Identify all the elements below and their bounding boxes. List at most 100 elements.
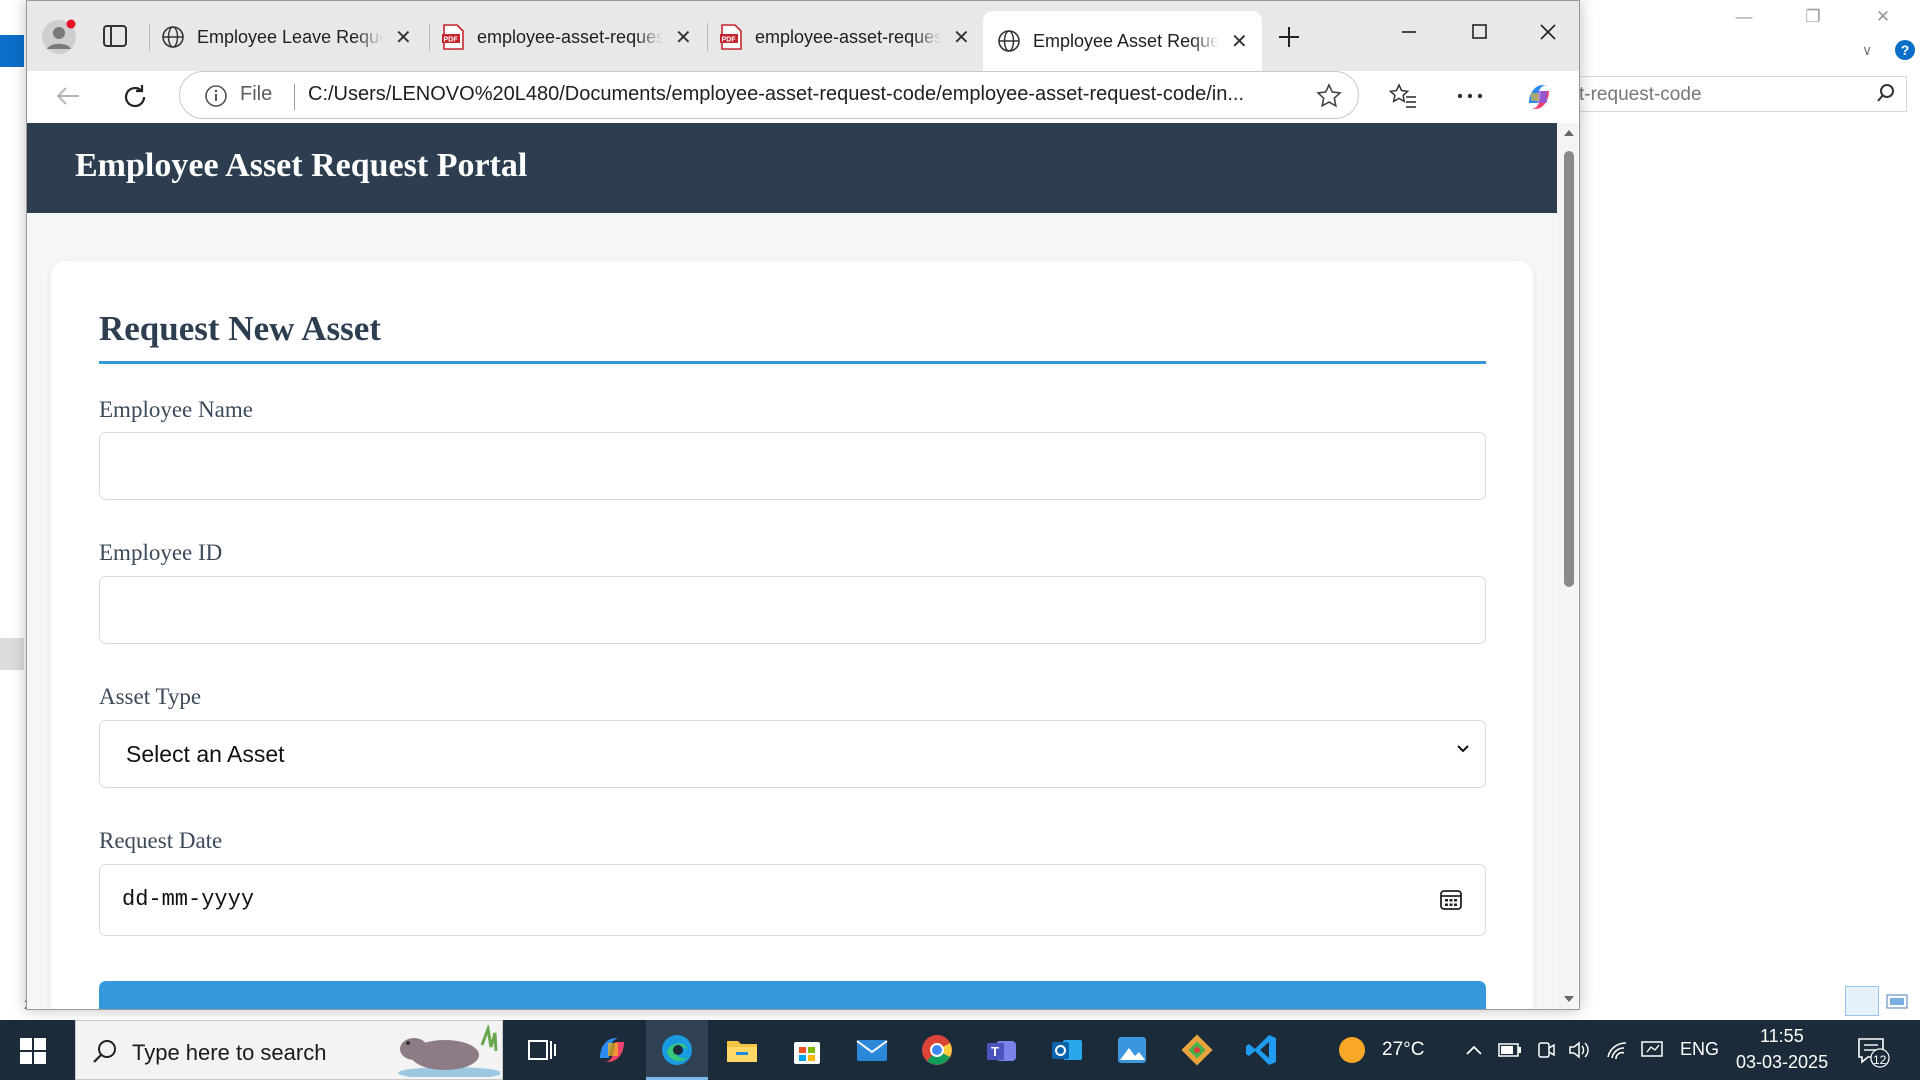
wifi-icon[interactable] [1606,1040,1628,1060]
info-icon[interactable] [204,84,228,108]
date-placeholder: dd-mm-yyyy [122,887,255,912]
pdf-icon: PDF [720,24,742,50]
display-icon[interactable] [1640,1040,1664,1060]
volume-icon[interactable] [1568,1040,1590,1060]
close-tab-icon[interactable]: ✕ [1231,29,1248,54]
search-icon [1877,84,1894,102]
asset-type-selected-value: Select an Asset [126,741,285,767]
close-window-icon[interactable] [1528,17,1568,47]
clock-date[interactable]: 03-03-2025 [1736,1052,1828,1073]
page-scrollbar[interactable] [1557,123,1579,1009]
hippo-illustration-icon [398,1025,500,1077]
request-date-input[interactable]: dd-mm-yyyy [99,864,1486,936]
minimize-icon[interactable] [1389,17,1429,47]
windows-taskbar: Type here to search T 27°C ENG 11:55 03-… [0,1020,1920,1080]
photos-icon[interactable] [1114,1032,1150,1068]
employee-id-input[interactable] [99,576,1486,644]
chevron-up-icon[interactable] [1465,1044,1483,1056]
svg-text:PDF: PDF [444,37,459,44]
tab-employee-asset-request-portal[interactable]: Employee Asset Request Portal ✕ [983,11,1262,71]
weather-temperature[interactable]: 27°C [1382,1039,1424,1061]
close-tab-icon[interactable]: ✕ [395,25,412,50]
file-explorer-icon[interactable] [724,1032,760,1068]
copilot-icon[interactable] [594,1032,630,1068]
address-url[interactable]: C:/Users/LENOVO%20L480/Documents/employe… [308,83,1288,106]
tab-employee-leave-request[interactable]: Employee Leave Request ✕ [161,11,412,63]
page-viewport: Employee Asset Request Portal Request Ne… [27,123,1557,1009]
site-header: Employee Asset Request Portal [27,123,1557,213]
meet-now-icon[interactable] [1536,1040,1556,1060]
tab-separator [149,23,150,51]
bg-nav-highlight [0,35,24,67]
address-separator [294,84,295,110]
close-tab-icon[interactable]: ✕ [675,25,692,50]
heading-underline [99,361,1486,364]
tab-employee-asset-request-pdf-1[interactable]: PDF employee-asset-request-code ✕ [441,11,692,63]
browser-toolbar: File C:/Users/LENOVO%20L480/Documents/em… [27,71,1579,123]
form-heading: Request New Asset [99,309,381,348]
tab-separator [707,23,708,51]
bg-search-box[interactable]: t-request-code [1570,76,1907,112]
search-icon [93,1040,116,1063]
submit-request-button[interactable] [99,981,1486,1009]
tab-strip: Employee Leave Request ✕ PDF employee-as… [27,1,1579,71]
employee-name-input[interactable] [99,432,1486,500]
svg-text:PDF: PDF [722,37,737,44]
scroll-up-icon[interactable] [1563,129,1575,137]
back-arrow-icon[interactable] [55,85,81,107]
maximize-icon[interactable] [1459,17,1499,47]
copilot-icon[interactable] [1523,81,1555,113]
weather-sun-icon[interactable] [1337,1035,1367,1065]
close-tab-icon[interactable]: ✕ [953,25,970,50]
edge-browser-window: Employee Leave Request ✕ PDF employee-as… [26,0,1580,1010]
details-view-icon[interactable] [1845,986,1879,1016]
vscode-icon[interactable] [1244,1032,1280,1068]
pdf-icon: PDF [442,24,464,50]
windows-start-icon[interactable] [20,1038,46,1064]
bg-help-icon[interactable]: ? [1895,40,1915,60]
tab-title: employee-asset-request-code [477,26,663,47]
taskbar-search-box[interactable]: Type here to search [75,1020,503,1080]
tab-title: Employee Asset Request Portal [1033,30,1219,51]
asset-type-label: Asset Type [99,684,202,709]
scroll-thumb[interactable] [1564,151,1574,587]
notification-count-badge: 12 [1873,1053,1887,1067]
new-tab-icon[interactable] [1277,25,1301,49]
large-icons-view-icon[interactable] [1885,990,1909,1012]
address-bar[interactable]: File C:/Users/LENOVO%20L480/Documents/em… [179,71,1359,119]
asset-type-select[interactable]: Select an Asset [99,720,1486,788]
svg-text:T: T [991,1044,999,1059]
refresh-icon[interactable] [121,83,149,111]
tab-employee-asset-request-pdf-2[interactable]: PDF employee-asset-request-code ✕ [719,11,970,63]
outlook-icon[interactable] [1049,1032,1085,1068]
tab-title: employee-asset-request-code [755,26,941,47]
scroll-down-icon[interactable] [1563,995,1575,1003]
bg-minimize-icon[interactable]: — [1724,4,1764,30]
mail-icon[interactable] [854,1032,890,1068]
calendar-icon[interactable] [1439,887,1463,911]
more-options-icon[interactable] [1457,93,1483,99]
bg-ribbon-chevron-icon[interactable]: ∨ [1862,42,1872,59]
bg-restore-icon[interactable]: ❐ [1793,4,1833,30]
task-view-icon[interactable] [524,1032,560,1068]
edge-browser-icon[interactable] [659,1032,695,1068]
bg-nav-selection [0,638,24,670]
profile-avatar-icon[interactable] [41,19,77,55]
microsoft-store-icon[interactable] [789,1032,825,1068]
globe-icon [162,26,184,48]
battery-icon[interactable] [1498,1042,1522,1058]
favorites-icon[interactable] [1389,83,1417,109]
clock-time[interactable]: 11:55 [1760,1026,1804,1047]
favorite-star-icon[interactable] [1316,83,1342,109]
language-indicator[interactable]: ENG [1680,1039,1719,1060]
chevron-down-icon [1457,745,1469,753]
tab-separator [429,23,430,51]
chrome-icon[interactable] [919,1032,955,1068]
git-app-icon[interactable] [1179,1032,1215,1068]
tab-actions-icon[interactable] [103,25,127,47]
taskbar-search-placeholder: Type here to search [132,1040,327,1065]
employee-id-label: Employee ID [99,540,223,565]
address-scheme-label: File [240,83,273,105]
teams-icon[interactable]: T [984,1032,1020,1068]
bg-close-icon[interactable]: ✕ [1863,4,1903,30]
